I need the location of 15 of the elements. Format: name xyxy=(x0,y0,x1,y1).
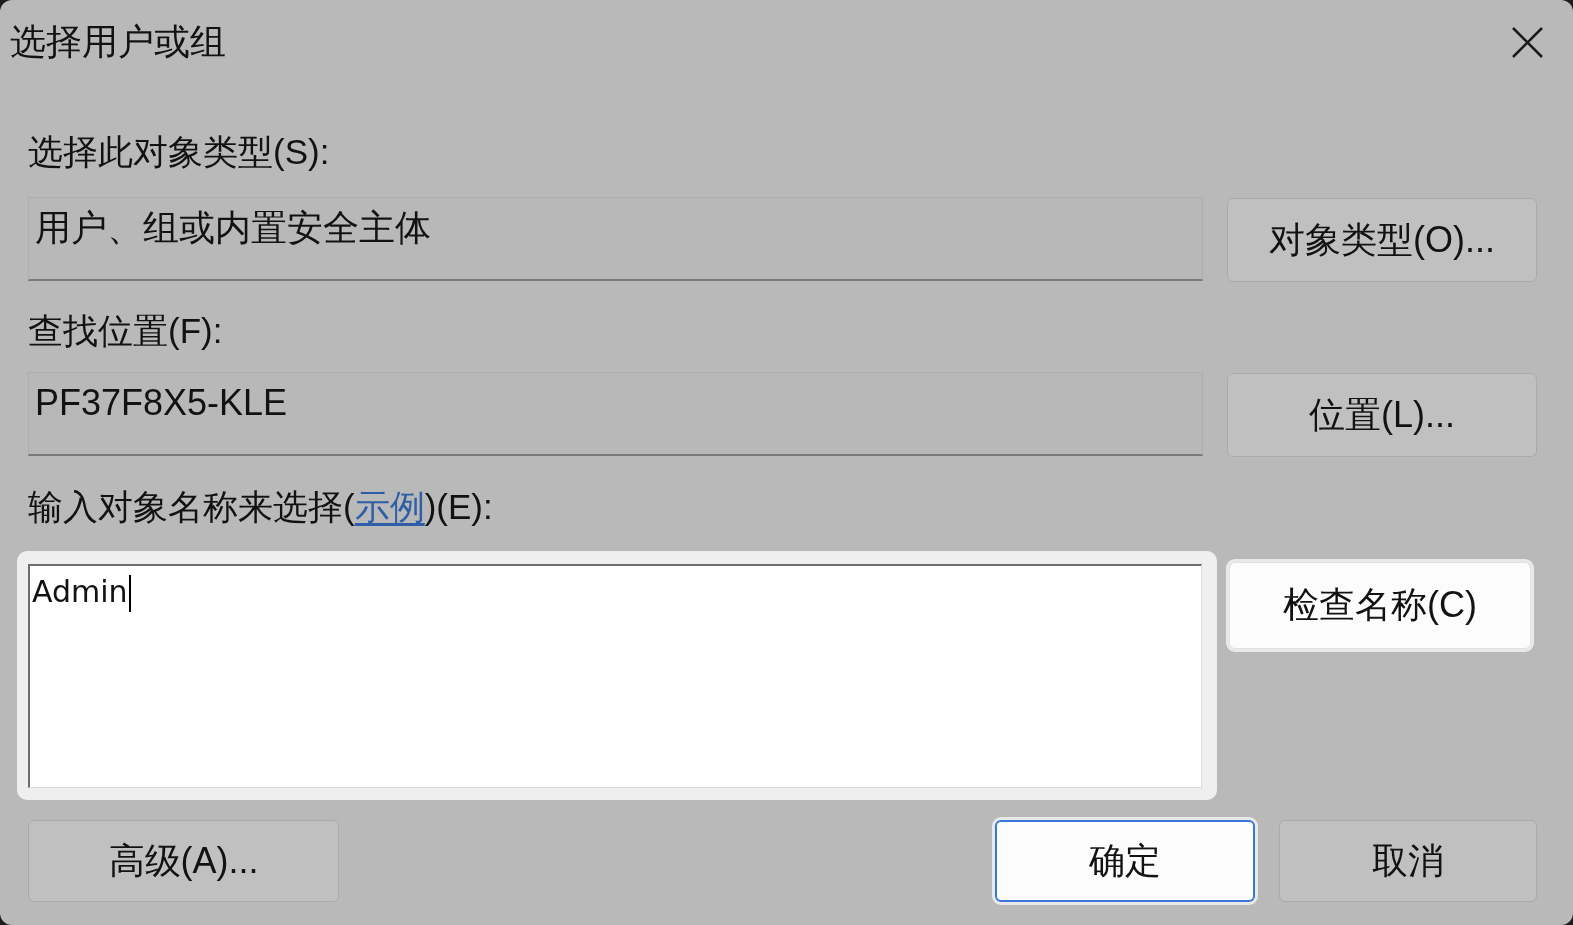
field-label: 输入对象名称来选择(示例)(E): xyxy=(28,487,493,527)
dialog-button[interactable]: 取消 xyxy=(1279,820,1537,902)
close-icon xyxy=(1511,26,1543,58)
field-label: 查找位置(F): xyxy=(28,311,223,351)
close-button[interactable] xyxy=(1509,24,1545,60)
location-field: PF37F8X5-KLE xyxy=(28,372,1203,456)
dialog-button[interactable]: 高级(A)... xyxy=(28,820,339,902)
locations-button[interactable]: 位置(L)... xyxy=(1227,373,1537,457)
object-type-field: 用户、组或内置安全主体 xyxy=(28,197,1203,281)
check-names-button[interactable]: 检查名称(C) xyxy=(1229,562,1531,649)
object-types-button[interactable]: 对象类型(O)... xyxy=(1227,198,1537,282)
field-label: 选择此对象类型(S): xyxy=(28,132,330,172)
window-title: 选择用户或组 xyxy=(10,20,226,64)
object-names-input[interactable]: Admin xyxy=(28,564,1202,788)
dialog-button[interactable]: 确定 xyxy=(995,820,1255,902)
